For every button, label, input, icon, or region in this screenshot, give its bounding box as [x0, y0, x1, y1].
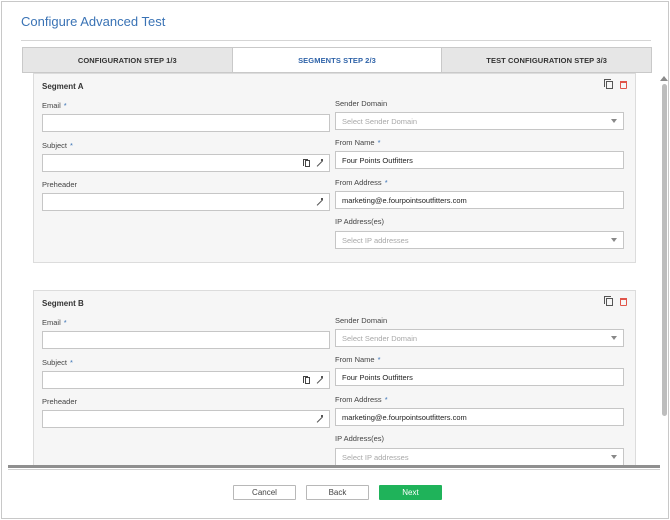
title-divider — [21, 40, 651, 41]
footer-divider-light — [8, 469, 660, 470]
from-name-label: From Name * — [335, 138, 381, 147]
dialog-title: Configure Advanced Test — [21, 14, 166, 29]
segment-title: Segment A — [42, 82, 84, 91]
preheader-input[interactable] — [42, 410, 330, 428]
subject-label: Subject * — [42, 141, 73, 150]
preheader-label: Preheader — [42, 397, 78, 406]
preheader-label: Preheader — [42, 180, 78, 189]
from-name-input[interactable]: Four Points Outfitters — [335, 368, 624, 386]
segment-actions — [604, 296, 627, 306]
footer-divider — [8, 465, 660, 468]
subject-label: Subject * — [42, 358, 73, 367]
tab-configuration[interactable]: CONFIGURATION STEP 1/3 — [23, 48, 233, 72]
ip-addresses-label: IP Address(es) — [335, 217, 385, 226]
magic-wand-icon[interactable] — [315, 159, 323, 167]
email-label: Email * — [42, 101, 67, 110]
tab-test-configuration[interactable]: TEST CONFIGURATION STEP 3/3 — [442, 48, 652, 72]
email-label: Email * — [42, 318, 67, 327]
ip-addresses-label: IP Address(es) — [335, 434, 385, 443]
chevron-down-icon — [611, 455, 617, 459]
sender-domain-label: Sender Domain — [335, 316, 388, 325]
from-address-input[interactable]: marketing@e.fourpointsoutfitters.com — [335, 408, 624, 426]
configure-advanced-test-dialog: Configure Advanced Test CONFIGURATION ST… — [1, 1, 669, 519]
tab-segments[interactable]: SEGMENTS STEP 2/3 — [232, 48, 443, 72]
segment-card-b: Segment B Email * Subject * Preheader Send… — [33, 290, 636, 466]
segments-scroll-area[interactable]: Segment A Email * Subject * Preheader Send… — [22, 73, 662, 466]
segment-title: Segment B — [42, 299, 84, 308]
magic-wand-icon[interactable] — [315, 198, 323, 206]
subject-input[interactable] — [42, 371, 330, 389]
duplicate-segment-icon[interactable] — [604, 79, 613, 89]
copy-icon[interactable] — [303, 375, 310, 384]
delete-segment-icon[interactable] — [620, 81, 627, 89]
subject-input[interactable] — [42, 154, 330, 172]
delete-segment-icon[interactable] — [620, 298, 627, 306]
cancel-button[interactable]: Cancel — [233, 485, 296, 500]
email-input[interactable] — [42, 114, 330, 132]
scroll-up-arrow-icon[interactable] — [660, 76, 668, 81]
chevron-down-icon — [611, 336, 617, 340]
from-name-label: From Name * — [335, 355, 381, 364]
magic-wand-icon[interactable] — [315, 415, 323, 423]
email-input[interactable] — [42, 331, 330, 349]
ip-addresses-select[interactable]: Select IP addresses — [335, 448, 624, 466]
from-name-input[interactable]: Four Points Outfitters — [335, 151, 624, 169]
from-address-input[interactable]: marketing@e.fourpointsoutfitters.com — [335, 191, 624, 209]
sender-domain-select[interactable]: Select Sender Domain — [335, 112, 624, 130]
step-tabs: CONFIGURATION STEP 1/3 SEGMENTS STEP 2/3… — [22, 47, 652, 73]
from-address-label: From Address * — [335, 178, 388, 187]
back-button[interactable]: Back — [306, 485, 369, 500]
from-address-label: From Address * — [335, 395, 388, 404]
sender-domain-select[interactable]: Select Sender Domain — [335, 329, 624, 347]
chevron-down-icon — [611, 238, 617, 242]
next-button[interactable]: Next — [379, 485, 442, 500]
preheader-input[interactable] — [42, 193, 330, 211]
magic-wand-icon[interactable] — [315, 376, 323, 384]
duplicate-segment-icon[interactable] — [604, 296, 613, 306]
segment-actions — [604, 79, 627, 89]
ip-addresses-select[interactable]: Select IP addresses — [335, 231, 624, 249]
segment-card-a: Segment A Email * Subject * Preheader Send… — [33, 73, 636, 263]
chevron-down-icon — [611, 119, 617, 123]
copy-icon[interactable] — [303, 158, 310, 167]
sender-domain-label: Sender Domain — [335, 99, 388, 108]
vertical-scrollbar[interactable] — [662, 84, 667, 416]
